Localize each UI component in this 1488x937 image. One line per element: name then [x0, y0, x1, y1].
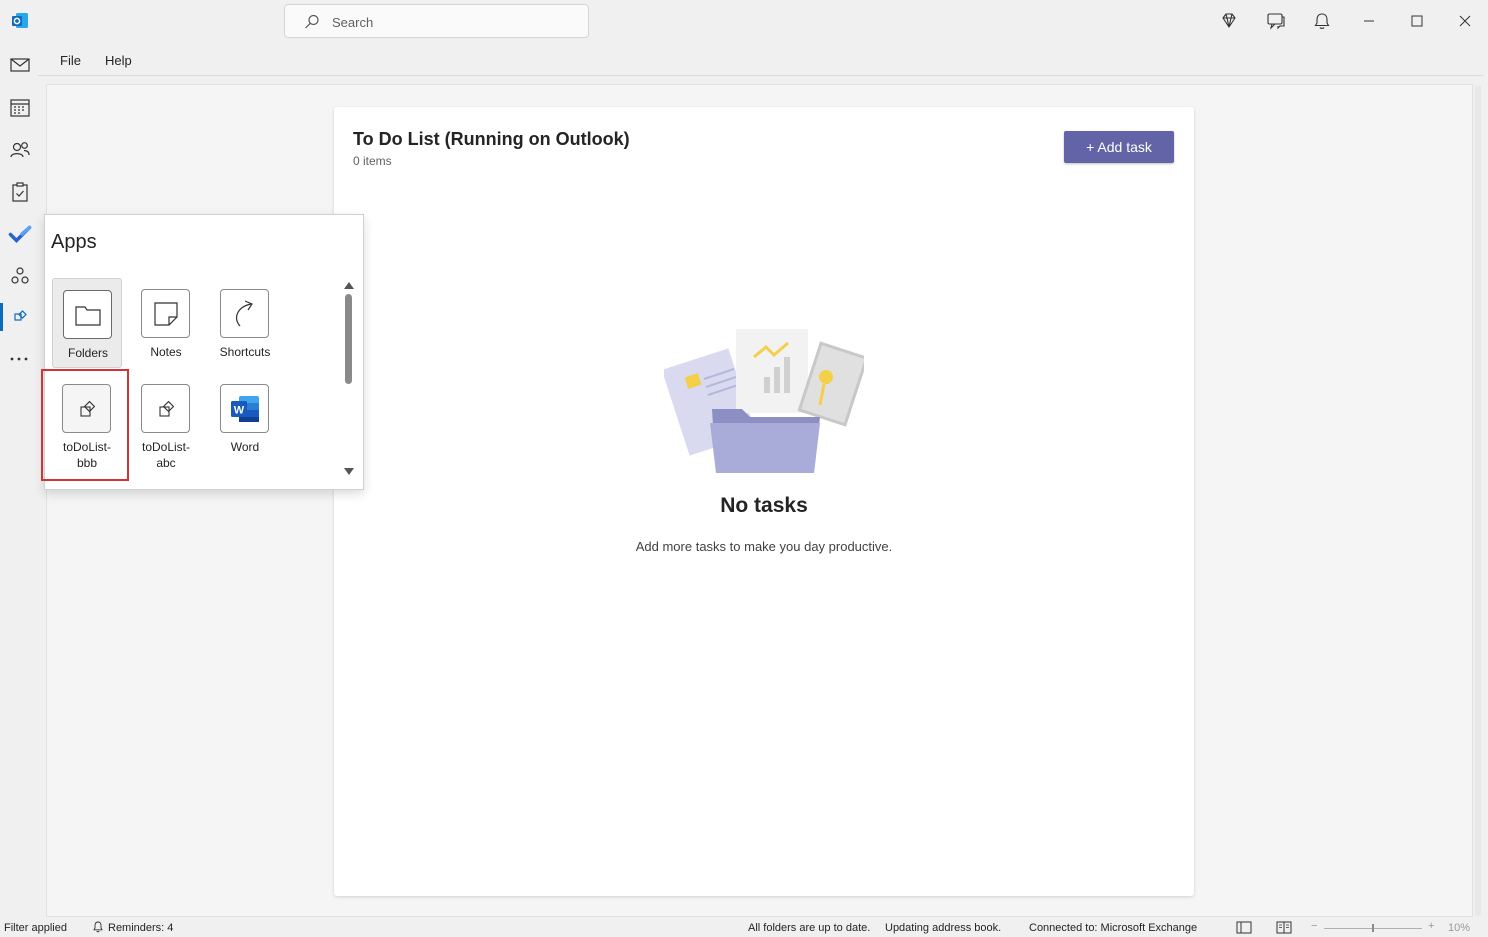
people-icon[interactable]	[8, 138, 32, 162]
bell-icon[interactable]	[1312, 11, 1332, 31]
menu-help[interactable]: Help	[105, 53, 132, 68]
addin-icon	[159, 400, 175, 417]
reminders-status[interactable]: Reminders: 4	[108, 922, 173, 934]
add-task-button[interactable]: + Add task	[1064, 131, 1174, 163]
shortcut-arrow-icon	[236, 300, 253, 327]
todo-card: To Do List (Running on Outlook) 0 items …	[334, 107, 1194, 896]
menu-divider	[38, 75, 1484, 76]
app-tile-label: Shortcuts	[219, 345, 271, 359]
outlook-logo-icon	[12, 13, 28, 28]
empty-state-subtitle: Add more tasks to make you day productiv…	[635, 539, 893, 554]
app-tile-label: Folders	[67, 346, 108, 360]
app-tile-label: Word	[230, 440, 260, 454]
word-icon: W	[231, 396, 259, 422]
connection-status: Connected to: Microsoft Exchange	[1029, 922, 1198, 934]
search-icon	[305, 14, 319, 29]
active-indicator	[0, 303, 3, 331]
zoom-in-icon[interactable]: +	[1428, 920, 1434, 932]
close-icon[interactable]	[1455, 11, 1475, 31]
zoom-level[interactable]: 10%	[1448, 922, 1470, 934]
svg-text:W: W	[234, 405, 245, 417]
zoom-out-icon[interactable]: −	[1311, 920, 1317, 932]
maximize-icon[interactable]	[1407, 11, 1427, 31]
normal-view-icon[interactable]	[1236, 921, 1252, 934]
app-tile-label: Notes	[150, 345, 182, 359]
apps-icon[interactable]	[8, 305, 32, 329]
scroll-down-icon[interactable]	[344, 468, 354, 475]
more-apps-icon[interactable]	[8, 347, 32, 371]
status-bar: Filter applied Reminders: 4 All folders …	[0, 918, 1488, 937]
reading-view-icon[interactable]	[1276, 921, 1292, 934]
minimize-icon[interactable]	[1359, 11, 1379, 31]
apps-scrollbar[interactable]	[343, 279, 355, 481]
sync-status: All folders are up to date.	[748, 922, 871, 934]
groups-icon[interactable]	[8, 264, 32, 288]
search-box[interactable]: Search	[284, 4, 589, 38]
scroll-thumb[interactable]	[345, 294, 352, 384]
app-tile-word[interactable]: W Word	[210, 373, 280, 463]
content-scrollbar[interactable]	[1475, 86, 1481, 916]
empty-folder-illustration	[664, 329, 864, 473]
title-bar: Search	[0, 0, 1488, 42]
empty-state-title: No tasks	[720, 494, 808, 517]
app-tile-notes[interactable]: Notes	[131, 278, 201, 368]
folder-icon	[75, 306, 101, 326]
filter-status: Filter applied	[4, 922, 67, 934]
search-placeholder: Search	[332, 15, 374, 30]
item-count: 0 items	[353, 154, 392, 168]
apps-flyout-title: Apps	[51, 231, 97, 253]
tasks-clipboard-icon[interactable]	[8, 180, 32, 204]
app-tile-shortcuts[interactable]: Shortcuts	[210, 278, 280, 368]
app-tile-todolist-abc[interactable]: toDoList- abc	[131, 373, 201, 470]
menu-file[interactable]: File	[60, 53, 81, 68]
app-tile-label: toDoList- abc	[141, 440, 191, 470]
app-tile-folders[interactable]: Folders	[52, 278, 122, 368]
address-book-status: Updating address book.	[885, 922, 1002, 934]
scroll-up-icon[interactable]	[344, 282, 354, 289]
zoom-slider-thumb[interactable]	[1372, 924, 1374, 932]
premium-diamond-icon[interactable]	[1219, 11, 1239, 31]
selection-highlight	[41, 369, 129, 481]
mail-icon[interactable]	[8, 53, 32, 77]
feedback-icon[interactable]	[1266, 11, 1286, 31]
note-icon	[154, 302, 178, 326]
todo-check-icon[interactable]	[8, 222, 32, 246]
calendar-icon[interactable]	[8, 96, 32, 120]
page-title: To Do List (Running on Outlook)	[353, 129, 630, 149]
reminder-bell-icon	[93, 921, 103, 933]
